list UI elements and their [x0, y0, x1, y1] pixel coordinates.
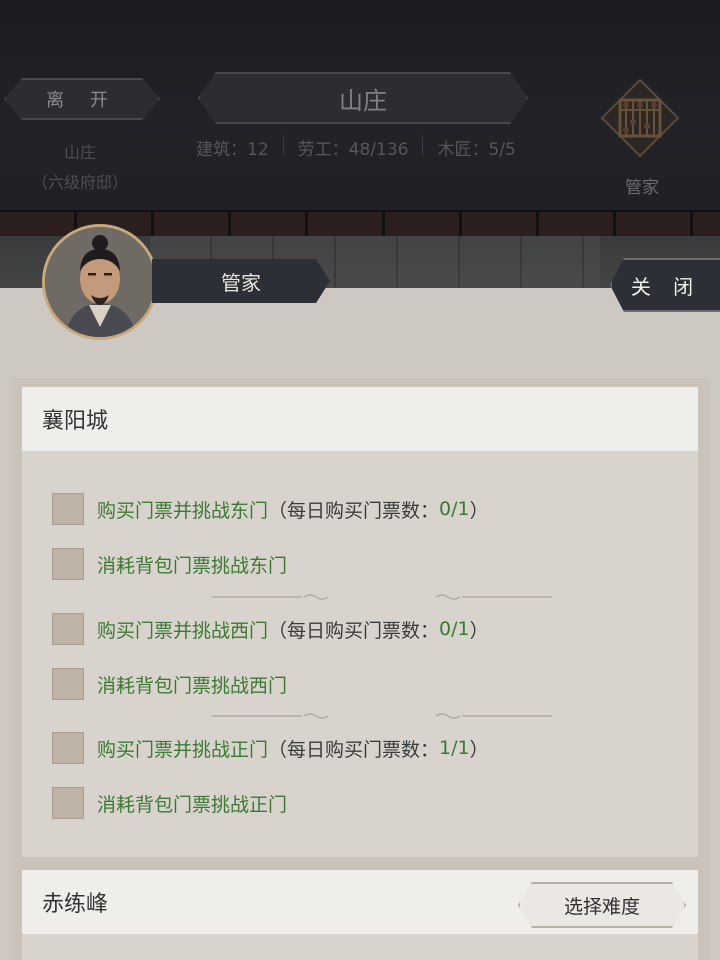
- stat-carpenters: 木匠：5/5: [437, 140, 516, 160]
- option-quota-count: 0/1: [439, 618, 470, 640]
- ornament-divider: [212, 594, 552, 600]
- ornament-divider: [212, 713, 552, 719]
- section-chilianfeng: 赤练峰 选择难度: [22, 870, 698, 960]
- steward-label[interactable]: 管家: [600, 173, 684, 198]
- option-quota-prefix: （每日购买门票数：: [268, 619, 440, 642]
- abacus-icon[interactable]: [600, 78, 680, 158]
- checkbox[interactable]: [52, 493, 84, 525]
- checkbox[interactable]: [52, 613, 84, 645]
- section-xiangyang: 襄阳城 购买门票并挑战东门 （每日购买门票数： 0/1 ） 消耗背包门票挑战东门…: [22, 387, 698, 857]
- checkbox[interactable]: [52, 787, 84, 819]
- option-quota-prefix: （每日购买门票数：: [268, 738, 440, 761]
- close-button[interactable]: 关 闭: [610, 258, 720, 312]
- option-label: 消耗背包门票挑战正门: [97, 793, 288, 816]
- fief-stats: 建筑：12 劳工：48/136 木匠：5/5: [196, 135, 516, 160]
- fief-header: 离 开 山庄 建筑：12 劳工：48/136 木匠：5/5 山庄 （六级府邸） …: [0, 0, 720, 212]
- fief-info: 山庄 （六级府邸）: [20, 138, 140, 198]
- checkbox[interactable]: [52, 548, 84, 580]
- leave-button[interactable]: 离 开: [4, 78, 160, 120]
- option-quota-suffix: ）: [469, 619, 489, 642]
- option-quota-prefix: （每日购买门票数：: [268, 499, 440, 522]
- select-difficulty-button[interactable]: 选择难度: [518, 882, 686, 928]
- option-label: 消耗背包门票挑战西门: [97, 674, 288, 697]
- option-row[interactable]: 购买门票并挑战西门 （每日购买门票数： 0/1 ）: [52, 613, 489, 645]
- option-quota-count: 1/1: [439, 737, 470, 759]
- section-title: 襄阳城: [22, 387, 698, 451]
- option-quota-suffix: ）: [469, 499, 489, 522]
- checkbox[interactable]: [52, 668, 84, 700]
- section-header: 赤练峰 选择难度: [22, 870, 698, 934]
- option-label: 购买门票并挑战正门: [97, 738, 269, 761]
- option-row[interactable]: 消耗背包门票挑战西门: [52, 668, 287, 700]
- fief-title: 山庄: [198, 72, 528, 124]
- checkbox[interactable]: [52, 732, 84, 764]
- steward-portrait-icon: [45, 227, 155, 337]
- stat-laborers: 劳工：48/136: [297, 140, 409, 160]
- option-label: 购买门票并挑战西门: [97, 619, 269, 642]
- steward-avatar: [42, 224, 158, 340]
- stat-divider: [422, 135, 424, 155]
- fief-name: 山庄: [63, 143, 96, 162]
- option-quota-count: 0/1: [439, 498, 470, 520]
- option-label: 购买门票并挑战东门: [97, 499, 269, 522]
- option-row[interactable]: 购买门票并挑战东门 （每日购买门票数： 0/1 ）: [52, 493, 489, 525]
- stat-divider: [282, 135, 284, 155]
- stat-buildings: 建筑：12: [196, 140, 269, 160]
- option-quota-suffix: ）: [469, 738, 489, 761]
- option-label: 消耗背包门票挑战东门: [97, 554, 288, 577]
- section-title: 赤练峰: [42, 892, 109, 917]
- npc-name-plate: 管家: [152, 259, 330, 303]
- option-row[interactable]: 消耗背包门票挑战正门: [52, 787, 287, 819]
- option-row[interactable]: 消耗背包门票挑战东门: [52, 548, 287, 580]
- fief-rank: （六级府邸）: [31, 173, 128, 192]
- option-row[interactable]: 购买门票并挑战正门 （每日购买门票数： 1/1 ）: [52, 732, 489, 764]
